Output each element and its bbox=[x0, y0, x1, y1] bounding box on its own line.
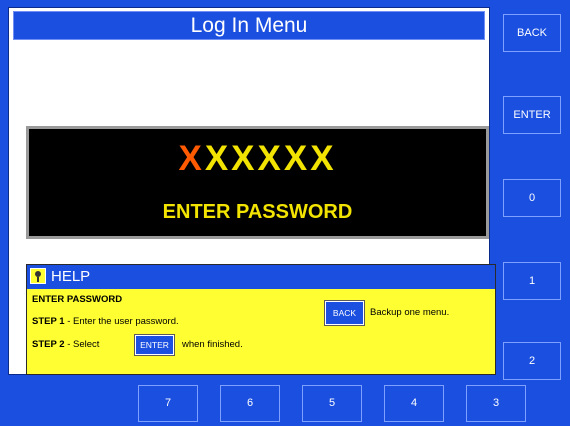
back-help-text: Backup one menu. bbox=[370, 307, 450, 318]
help-title: HELP bbox=[51, 268, 91, 285]
step2-post: when finished. bbox=[182, 339, 243, 350]
digit-4-button[interactable]: 4 bbox=[384, 385, 444, 422]
enter-button[interactable]: ENTER bbox=[503, 96, 561, 134]
help-enter-button[interactable]: ENTER bbox=[134, 334, 175, 356]
digit-3-button[interactable]: 3 bbox=[466, 385, 526, 422]
step1-text: Enter the user password. bbox=[73, 316, 179, 327]
help-header: HELP bbox=[27, 265, 495, 289]
help-back-button[interactable]: BACK bbox=[324, 300, 365, 326]
digit-2-button[interactable]: 2 bbox=[503, 342, 561, 380]
help-heading: ENTER PASSWORD bbox=[32, 294, 123, 305]
back-button[interactable]: BACK bbox=[503, 14, 561, 52]
step2-pre: Select bbox=[73, 339, 100, 350]
digit-1-button[interactable]: 1 bbox=[503, 262, 561, 300]
digit-0-button[interactable]: 0 bbox=[503, 179, 561, 217]
help-panel: HELP ENTER PASSWORD STEP 1 - Enter the u… bbox=[26, 264, 496, 375]
page-title: Log In Menu bbox=[13, 11, 485, 40]
digit-7-button[interactable]: 7 bbox=[138, 385, 198, 422]
main-content-area: Log In Menu XXXXXX ENTER PASSWORD HELP E… bbox=[8, 7, 496, 375]
step2-label: STEP 2 bbox=[32, 339, 65, 350]
step1-label: STEP 1 bbox=[32, 316, 65, 327]
password-mask: XXXXXX bbox=[29, 139, 486, 179]
digit-5-button[interactable]: 5 bbox=[302, 385, 362, 422]
password-display: XXXXXX ENTER PASSWORD bbox=[26, 126, 489, 239]
help-step-2: STEP 2 - Select bbox=[32, 339, 100, 350]
lightbulb-icon bbox=[30, 268, 46, 284]
digit-6-button[interactable]: 6 bbox=[220, 385, 280, 422]
help-step-1: STEP 1 - Enter the user password. bbox=[32, 316, 179, 327]
password-mask-first-char: X bbox=[178, 139, 205, 178]
password-prompt: ENTER PASSWORD bbox=[162, 201, 353, 223]
password-mask-rest: XXXXX bbox=[204, 139, 337, 178]
